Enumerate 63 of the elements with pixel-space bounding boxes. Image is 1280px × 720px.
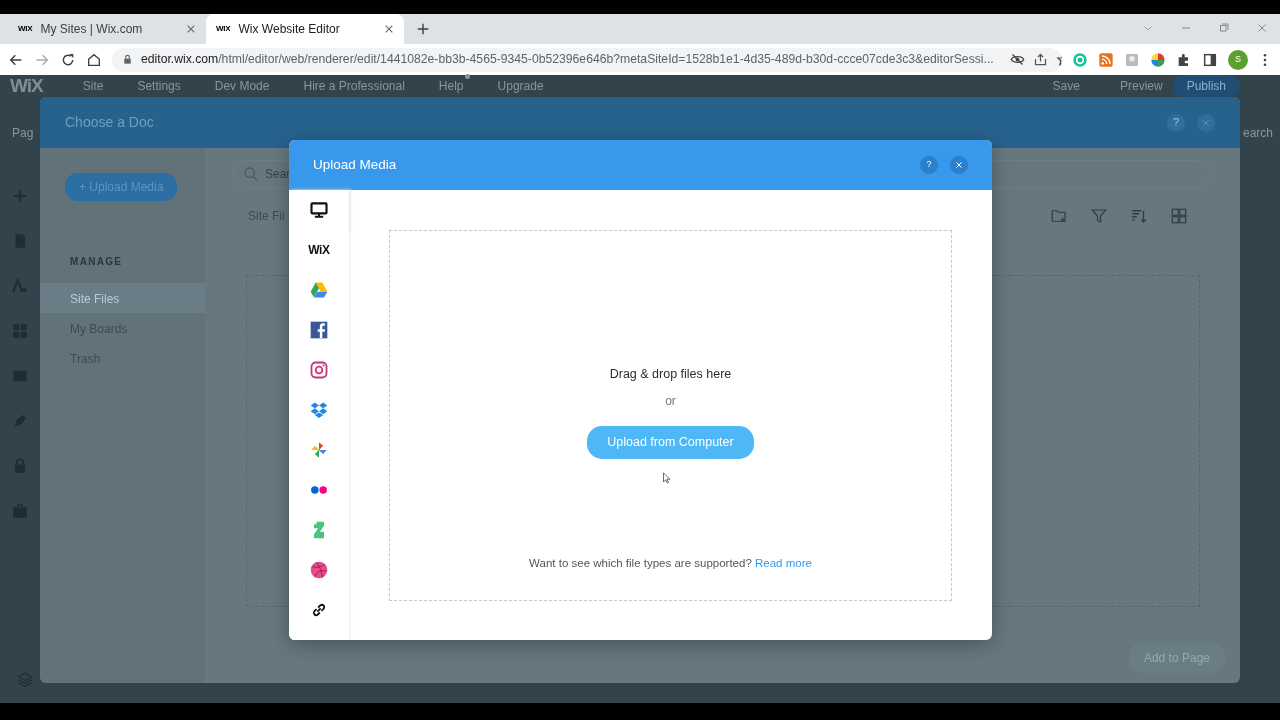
search-icon bbox=[243, 166, 259, 182]
rss-icon[interactable] bbox=[1098, 51, 1114, 68]
section-heading: MANAGE bbox=[70, 255, 124, 269]
profile-avatar[interactable]: S bbox=[1228, 49, 1248, 70]
url-text: editor.wix.com/html/editor/web/renderer/edit/1441082e-bb3b-4565-9345-0b52396e646b?metaSiteId=1528b1e1-4d35-489d-b30d-ccce07cde3c3&editorSessi... bbox=[141, 51, 994, 69]
menu-item[interactable]: Upgrade bbox=[497, 77, 544, 95]
wix-source-tab[interactable]: WiX bbox=[289, 230, 349, 270]
new-tab-icon[interactable] bbox=[416, 22, 430, 36]
monitor-icon bbox=[309, 200, 329, 220]
pinwheel-icon bbox=[309, 440, 329, 460]
home-icon[interactable] bbox=[86, 51, 102, 68]
grid-icon[interactable] bbox=[1170, 207, 1188, 225]
cursor-icon bbox=[661, 471, 673, 485]
help-button[interactable]: ? bbox=[1167, 113, 1185, 132]
help-sentence: Want to see which file types are supported? Read more bbox=[529, 555, 812, 571]
close-icon bbox=[1202, 118, 1210, 127]
menu-item[interactable]: Hire a Professional bbox=[303, 77, 405, 95]
menu-item[interactable]: Dev Mode bbox=[214, 77, 270, 95]
browser-tab[interactable]: WIX My Sites | Wix.com bbox=[8, 14, 206, 44]
panel-title: Choose a Doc bbox=[65, 113, 154, 132]
facebook-icon bbox=[309, 320, 329, 340]
or-label: or bbox=[665, 392, 676, 410]
close-icon bbox=[955, 161, 963, 169]
ball-icon bbox=[309, 560, 329, 580]
extension-icon[interactable] bbox=[1072, 51, 1088, 68]
address-bar[interactable]: editor.wix.com/html/editor/web/renderer/edit/1441082e-bb3b-4565-9345-0b52396e646b?metaSiteId=1528b1e1-4d35-489d-b30d-ccce07cde3c3&editorSessi... bbox=[112, 47, 1062, 72]
sort-icon[interactable] bbox=[1130, 207, 1148, 225]
close-icon[interactable] bbox=[1256, 22, 1268, 34]
dropbox-icon bbox=[309, 400, 329, 420]
wix-logo: WiX bbox=[10, 73, 43, 98]
menu-item[interactable]: Help bbox=[438, 77, 464, 95]
instagram-icon bbox=[309, 360, 329, 380]
extension-icon[interactable] bbox=[1124, 51, 1140, 68]
side-panel-icon[interactable] bbox=[1202, 51, 1218, 68]
favicon-label: WIX bbox=[18, 23, 33, 35]
menu-item[interactable]: Save bbox=[1052, 77, 1080, 95]
menu-item[interactable]: Preview bbox=[1119, 77, 1163, 95]
sidebar-item[interactable]: Site Files bbox=[40, 283, 205, 313]
pages-label[interactable]: Pag bbox=[12, 124, 34, 142]
eye-slash-icon[interactable] bbox=[1009, 52, 1025, 67]
favicon-label: WIX bbox=[216, 23, 231, 35]
drop-instruction: Drag & drop files here bbox=[609, 366, 732, 383]
upload-from-computer-button[interactable]: Upload from Computer bbox=[587, 425, 754, 459]
close-button[interactable] bbox=[1197, 113, 1215, 132]
lock-icon bbox=[122, 54, 133, 65]
publish-button[interactable]: Publish bbox=[1172, 75, 1240, 97]
color-wheel-icon[interactable] bbox=[1150, 51, 1166, 68]
help-button[interactable]: ? bbox=[920, 156, 938, 174]
triangle-logo-icon bbox=[309, 280, 329, 300]
close-button[interactable] bbox=[950, 156, 968, 174]
search-label[interactable]: earch bbox=[1243, 124, 1274, 142]
restore-icon[interactable] bbox=[1218, 22, 1230, 34]
menu-item[interactable]: Site bbox=[82, 77, 104, 95]
filter-icon[interactable] bbox=[1090, 207, 1108, 225]
close-icon[interactable] bbox=[186, 24, 196, 34]
share-icon[interactable] bbox=[1032, 52, 1048, 67]
reload-icon[interactable] bbox=[60, 51, 76, 68]
close-icon[interactable] bbox=[384, 24, 394, 34]
browser-tab[interactable]: WIX Wix Website Editor bbox=[206, 14, 404, 44]
read-more-link[interactable]: Read more bbox=[755, 556, 812, 569]
menu-item[interactable]: Settings bbox=[137, 77, 181, 95]
modal-title: Upload Media bbox=[313, 155, 397, 174]
new-folder-icon[interactable] bbox=[1050, 207, 1068, 225]
